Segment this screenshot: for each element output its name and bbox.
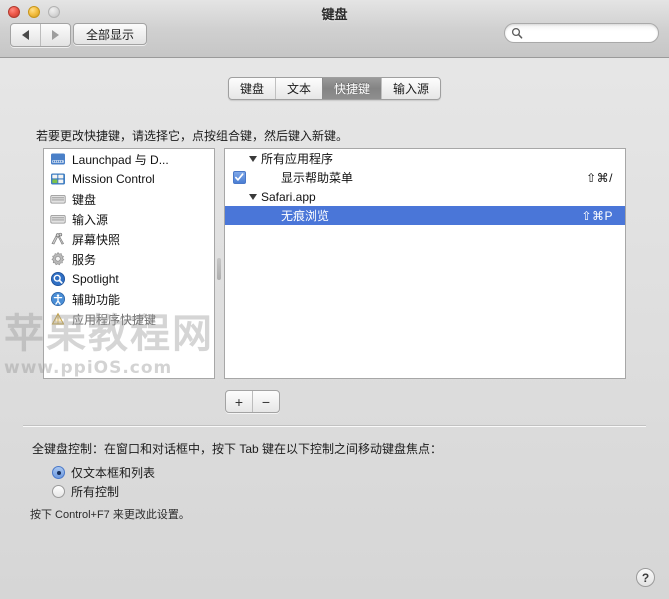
accessibility-icon — [51, 292, 65, 306]
tree-item-private-browsing[interactable]: 无痕浏览 ⇧⌘P — [225, 206, 625, 225]
shortcut-name: 无痕浏览 — [281, 209, 330, 223]
tab-shortcuts[interactable]: 快捷键 — [322, 78, 382, 99]
shortcut-list[interactable]: 所有应用程序 显示帮助菜单 ⇧⌘/ Safari.app 无痕浏览 ⇧⌘P — [224, 148, 626, 379]
search-input[interactable] — [527, 26, 651, 40]
sidebar-item-label: 辅助功能 — [72, 292, 121, 307]
shortcut-category-list[interactable]: Launchpad 与 D... Mission Control 键盘 输入源 … — [43, 148, 215, 379]
sidebar-item-app-shortcuts[interactable]: 应用程序快捷键 — [44, 309, 214, 329]
app-shortcuts-icon — [51, 312, 65, 325]
add-shortcut-label: + — [234, 393, 244, 410]
radio-label: 所有控制 — [71, 485, 120, 499]
tab-input-sources-label: 输入源 — [393, 82, 430, 96]
mission-control-icon — [51, 173, 65, 185]
shortcut-keys[interactable]: ⇧⌘P — [581, 209, 613, 223]
navigation-buttons — [10, 23, 71, 47]
sidebar-item-services[interactable]: 服务 — [44, 249, 214, 269]
forward-button[interactable] — [40, 24, 70, 46]
tab-shortcuts-label: 快捷键 — [334, 82, 371, 96]
sidebar-item-label: Spotlight — [72, 272, 119, 286]
sidebar-item-label: 输入源 — [72, 212, 109, 227]
sidebar-item-label: Mission Control — [72, 172, 155, 186]
spotlight-icon — [51, 272, 65, 286]
sidebar-item-launchpad-dock[interactable]: Launchpad 与 D... — [44, 149, 214, 169]
sidebar-item-label: 应用程序快捷键 — [72, 312, 157, 327]
radio-button-icon[interactable] — [52, 485, 65, 498]
sidebar-item-mission-control[interactable]: Mission Control — [44, 169, 214, 189]
screenshot-icon — [51, 232, 64, 245]
section-divider — [23, 425, 646, 426]
window-titlebar: 键盘 全部显示 — [0, 0, 669, 58]
services-gear-icon — [51, 251, 65, 266]
instruction-text: 若要更改快捷键，请选择它，点按组合键，然后键入新键。 — [36, 129, 349, 143]
help-label: ? — [641, 570, 650, 585]
sidebar-item-label: 键盘 — [72, 192, 97, 207]
input-source-icon — [50, 215, 66, 224]
full-keyboard-access-label: 全键盘控制：在窗口和对话框中，按下 Tab 键在以下控制之间移动键盘焦点： — [32, 442, 443, 456]
keyboard-preferences-window: 键盘 全部显示 键盘 文本 快捷键 输入源 若要更改快捷键，请选择它，点按组合键… — [0, 0, 669, 599]
tab-list: 键盘 文本 快捷键 输入源 — [227, 77, 442, 100]
shortcut-checkbox[interactable] — [233, 171, 246, 184]
add-shortcut-button[interactable]: + — [226, 391, 252, 412]
tree-item-show-help-menu[interactable]: 显示帮助菜单 ⇧⌘/ — [225, 168, 625, 187]
remove-shortcut-button[interactable]: − — [252, 391, 279, 412]
sidebar-item-accessibility[interactable]: 辅助功能 — [44, 289, 214, 309]
add-remove-buttons: + − — [225, 390, 280, 413]
radio-text-boxes-and-lists[interactable]: 仅文本框和列表 — [52, 464, 155, 481]
search-icon — [511, 27, 523, 39]
chevron-left-icon — [22, 30, 29, 40]
tree-group-label: 所有应用程序 — [261, 152, 334, 166]
show-all-button[interactable]: 全部显示 — [73, 23, 148, 45]
sidebar-item-label: 屏幕快照 — [72, 232, 121, 247]
sidebar-item-label: Launchpad 与 D... — [72, 152, 169, 167]
sidebar-item-screenshot[interactable]: 屏幕快照 — [44, 229, 214, 249]
back-button[interactable] — [11, 24, 40, 46]
tab-text-label: 文本 — [286, 82, 311, 96]
sidebar-item-label: 服务 — [72, 252, 97, 267]
shortcut-keys[interactable]: ⇧⌘/ — [586, 171, 613, 185]
tree-group-label: Safari.app — [261, 189, 316, 204]
keyboard-access-hint: 按下 Control+F7 来更改此设置。 — [30, 509, 190, 521]
launchpad-dock-icon — [51, 153, 65, 165]
sidebar-item-keyboard[interactable]: 键盘 — [44, 189, 214, 209]
shortcut-name: 显示帮助菜单 — [281, 171, 354, 185]
radio-label: 仅文本框和列表 — [71, 466, 156, 480]
radio-button-selected-icon[interactable] — [52, 466, 65, 479]
chevron-right-icon — [52, 30, 59, 40]
keyboard-icon — [50, 195, 66, 204]
tab-text[interactable]: 文本 — [274, 78, 322, 99]
tab-keyboard[interactable]: 键盘 — [229, 78, 275, 99]
tree-group-all-applications[interactable]: 所有应用程序 — [225, 149, 625, 168]
radio-all-controls[interactable]: 所有控制 — [52, 483, 119, 500]
remove-shortcut-label: − — [261, 393, 271, 410]
sidebar-scrollbar[interactable] — [217, 258, 221, 280]
chevron-down-icon[interactable] — [249, 156, 257, 162]
tab-keyboard-label: 键盘 — [239, 82, 264, 96]
window-title: 键盘 — [321, 7, 348, 22]
search-field[interactable] — [504, 23, 659, 43]
show-all-label: 全部显示 — [86, 27, 135, 42]
preference-tabbar: 键盘 文本 快捷键 输入源 — [0, 77, 669, 100]
chevron-down-icon[interactable] — [249, 194, 257, 200]
sidebar-item-input-source[interactable]: 输入源 — [44, 209, 214, 229]
sidebar-item-spotlight[interactable]: Spotlight — [44, 269, 214, 289]
tab-input-sources[interactable]: 输入源 — [381, 78, 440, 99]
tree-group-safari-app[interactable]: Safari.app — [225, 187, 625, 206]
help-button[interactable]: ? — [636, 568, 655, 587]
